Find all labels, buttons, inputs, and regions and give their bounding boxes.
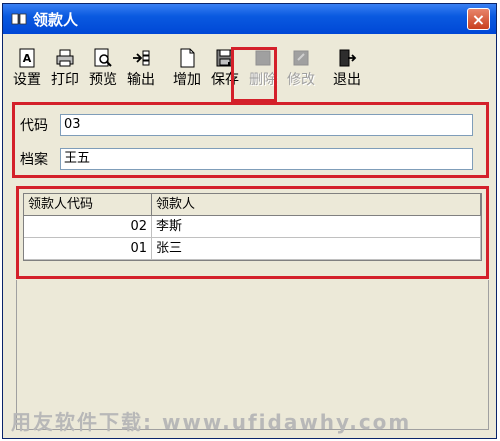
exit-icon xyxy=(337,47,357,69)
export-label: 输出 xyxy=(127,72,155,88)
settings-icon: A xyxy=(17,47,37,69)
title-bar[interactable]: 领款人 × xyxy=(3,4,496,34)
table-row[interactable]: 02 李斯 xyxy=(24,216,481,238)
export-button[interactable]: 输出 xyxy=(123,44,159,94)
payee-grid: 领款人代码 领款人 02 李斯 01 张三 xyxy=(23,193,482,261)
cell-code[interactable]: 02 xyxy=(24,216,152,237)
name-label: 档案 xyxy=(20,152,48,168)
preview-icon xyxy=(93,47,113,69)
column-header-name[interactable]: 领款人 xyxy=(152,194,481,215)
add-icon xyxy=(177,47,197,69)
exit-button[interactable]: 退出 xyxy=(329,44,365,94)
archive-form: 代码 03 档案 王五 xyxy=(12,102,489,178)
add-label: 增加 xyxy=(173,72,201,88)
name-field[interactable]: 王五 xyxy=(60,148,473,170)
code-field[interactable]: 03 xyxy=(60,114,473,136)
printer-icon xyxy=(55,47,75,69)
window-title: 领款人 xyxy=(33,10,79,29)
toolbar: A 设置 打印 预览 输出 增加 保存 删除 修改 退出 xyxy=(9,44,367,96)
code-label: 代码 xyxy=(20,118,48,134)
print-button[interactable]: 打印 xyxy=(47,44,83,94)
cell-name[interactable]: 李斯 xyxy=(152,216,481,237)
close-button[interactable]: × xyxy=(467,8,490,30)
add-button[interactable]: 增加 xyxy=(169,44,205,94)
table-row[interactable]: 01 张三 xyxy=(24,238,481,260)
watermark-text: 用友软件下载: www.ufidawhy.com xyxy=(11,410,412,434)
edit-icon xyxy=(291,47,311,69)
dialog-window: 领款人 × A 设置 打印 预览 输出 增加 保存 删除 修改 退出 代码 03… xyxy=(2,3,497,439)
cell-code[interactable]: 01 xyxy=(24,238,152,259)
edit-label: 修改 xyxy=(287,72,315,88)
edit-button[interactable]: 修改 xyxy=(283,44,319,94)
payee-list-frame: 领款人代码 领款人 02 李斯 01 张三 xyxy=(16,186,489,279)
column-header-code[interactable]: 领款人代码 xyxy=(24,194,152,215)
export-icon xyxy=(131,47,151,69)
preview-button[interactable]: 预览 xyxy=(85,44,121,94)
cell-name[interactable]: 张三 xyxy=(152,238,481,259)
code-row: 代码 03 xyxy=(20,114,473,136)
preview-label: 预览 xyxy=(89,72,117,88)
exit-label: 退出 xyxy=(333,72,361,88)
save-highlight-frame xyxy=(231,47,277,102)
print-label: 打印 xyxy=(51,72,79,88)
svg-text:A: A xyxy=(23,52,32,65)
book-icon xyxy=(11,12,27,26)
name-row: 档案 王五 xyxy=(20,148,473,170)
settings-label: 设置 xyxy=(13,72,41,88)
grid-header: 领款人代码 领款人 xyxy=(24,194,481,216)
settings-button[interactable]: A 设置 xyxy=(9,44,45,94)
